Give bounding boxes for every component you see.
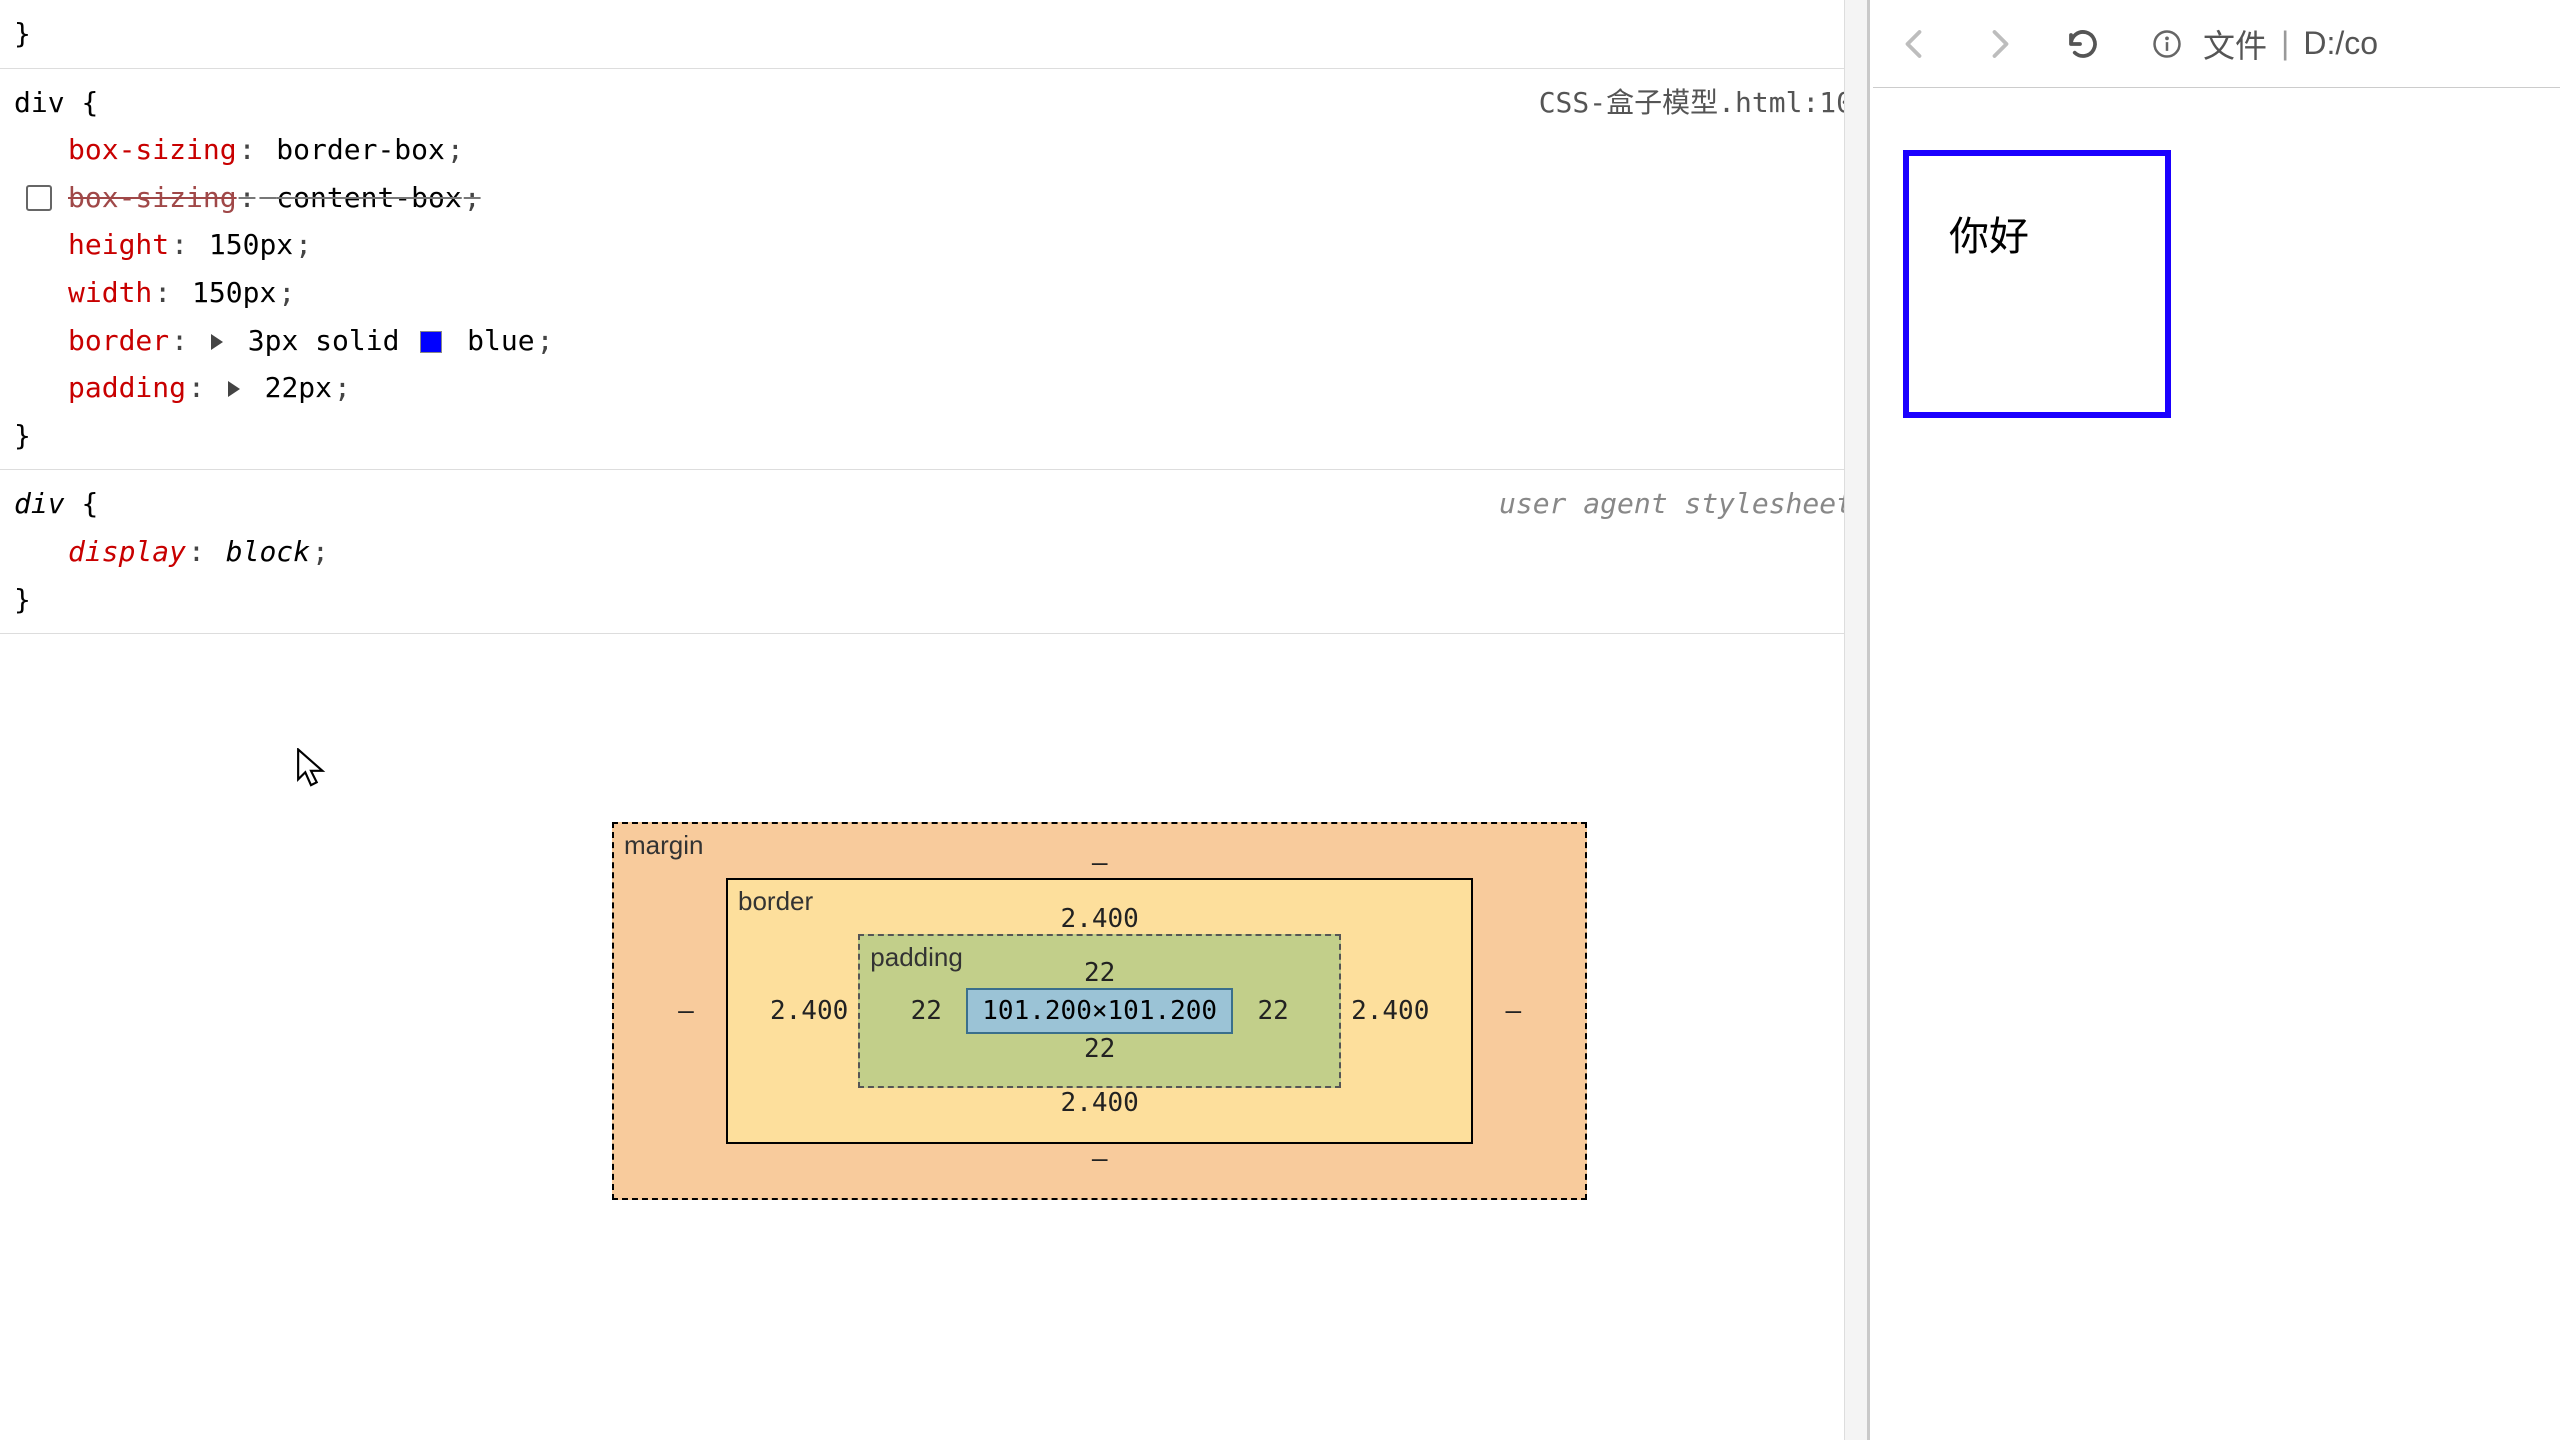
property[interactable]: width <box>68 276 152 309</box>
rule-source-ua: user agent stylesheet <box>1499 480 1853 528</box>
selector[interactable]: div <box>14 86 65 119</box>
padding-left-value[interactable]: 22 <box>896 996 956 1026</box>
box-model-border[interactable]: border 2.400 2.400 padding 22 22 101.200… <box>726 878 1473 1144</box>
border-bottom-value[interactable]: 2.400 <box>770 1088 1429 1118</box>
value: block <box>226 535 310 568</box>
back-button[interactable] <box>1893 22 1937 66</box>
expand-shorthand-icon[interactable] <box>211 334 223 350</box>
rendered-page: 你好 <box>1873 88 2560 418</box>
color-swatch[interactable] <box>420 331 442 353</box>
info-icon[interactable] <box>2145 22 2189 66</box>
address-path: D:/co <box>2303 25 2378 62</box>
box-model-border-label: border <box>738 886 813 917</box>
forward-button[interactable] <box>1977 22 2021 66</box>
styles-panel: } CSS-盒子模型.html:10 div { box-sizing: bor… <box>0 0 1870 1440</box>
open-brace: { <box>81 86 98 119</box>
property[interactable]: border <box>68 324 169 357</box>
browser-pane: 文件 | D:/co 你好 <box>1873 0 2560 1440</box>
box-model-content-size[interactable]: 101.200×101.200 <box>966 988 1233 1034</box>
value[interactable]: 150px <box>209 228 293 261</box>
css-rule-user-agent: user agent stylesheet div { display: blo… <box>0 470 1867 634</box>
border-right-value[interactable]: 2.400 <box>1351 996 1429 1026</box>
close-brace: } <box>14 419 31 452</box>
selector: div <box>14 487 65 520</box>
mouse-cursor-icon <box>295 748 327 795</box>
value[interactable]: border-box <box>276 133 445 166</box>
close-brace: } <box>14 17 31 50</box>
declaration-box-sizing-active[interactable]: box-sizing: border-box; <box>14 126 1853 174</box>
open-brace: { <box>81 487 98 520</box>
declaration-display: display: block; <box>14 528 1853 576</box>
rendered-div-element: 你好 <box>1903 150 2171 418</box>
declaration-box-sizing-overridden[interactable]: box-sizing: content-box; <box>14 174 1853 222</box>
box-model-padding-label: padding <box>870 942 963 973</box>
close-brace: } <box>14 583 31 616</box>
box-model-padding[interactable]: padding 22 22 101.200×101.200 22 22 <box>858 934 1341 1088</box>
border-top-value[interactable]: 2.400 <box>770 904 1429 934</box>
box-model-margin[interactable]: margin – – border 2.400 2.400 padding 22… <box>612 822 1587 1200</box>
rendered-div-text: 你好 <box>1949 215 2029 259</box>
box-model-diagram[interactable]: margin – – border 2.400 2.400 padding 22… <box>612 822 1587 1200</box>
address-scheme-label: 文件 <box>2203 21 2267 67</box>
address-bar[interactable]: 文件 | D:/co <box>2145 21 2540 67</box>
padding-right-value[interactable]: 22 <box>1243 996 1303 1026</box>
rule-source-link[interactable]: CSS-盒子模型.html:10 <box>1539 79 1853 127</box>
property[interactable]: box-sizing <box>68 181 237 214</box>
value-pre[interactable]: 3px solid <box>248 324 400 357</box>
border-left-value[interactable]: 2.400 <box>770 996 848 1026</box>
margin-bottom-value[interactable]: – <box>656 1144 1543 1174</box>
property[interactable]: height <box>68 228 169 261</box>
value[interactable]: content-box <box>276 181 461 214</box>
expand-shorthand-icon[interactable] <box>228 381 240 397</box>
toggle-declaration-checkbox[interactable] <box>26 185 52 211</box>
value-color[interactable]: blue <box>467 324 534 357</box>
property: display <box>68 535 186 568</box>
css-rule-trailing-close: } <box>0 0 1867 69</box>
declaration-border[interactable]: border: 3px solid blue; <box>14 317 1853 365</box>
property[interactable]: padding <box>68 371 186 404</box>
address-separator: | <box>2281 25 2289 62</box>
box-model-margin-label: margin <box>624 830 703 861</box>
declaration-width[interactable]: width: 150px; <box>14 269 1853 317</box>
value[interactable]: 150px <box>192 276 276 309</box>
browser-toolbar: 文件 | D:/co <box>1873 0 2560 88</box>
declaration-padding[interactable]: padding: 22px; <box>14 364 1853 412</box>
margin-right-value[interactable]: – <box>1483 996 1543 1026</box>
padding-bottom-value[interactable]: 22 <box>896 1034 1303 1064</box>
value[interactable]: 22px <box>265 371 332 404</box>
css-rule-authored[interactable]: CSS-盒子模型.html:10 div { box-sizing: borde… <box>0 69 1867 471</box>
declaration-height[interactable]: height: 150px; <box>14 221 1853 269</box>
reload-button[interactable] <box>2061 22 2105 66</box>
margin-top-value[interactable]: – <box>656 848 1543 878</box>
margin-left-value[interactable]: – <box>656 996 716 1026</box>
property[interactable]: box-sizing <box>68 133 237 166</box>
